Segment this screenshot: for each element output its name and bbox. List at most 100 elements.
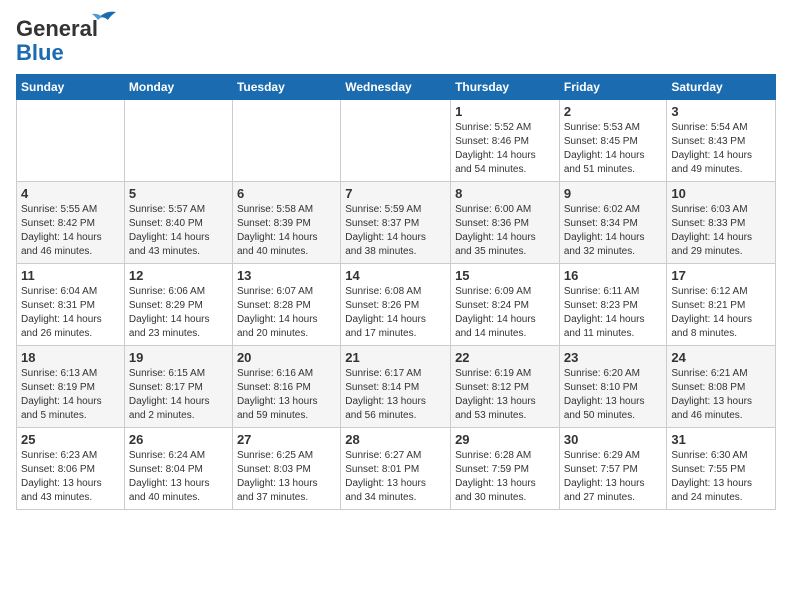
day-number: 8: [455, 186, 555, 201]
calendar-header: SundayMondayTuesdayWednesdayThursdayFrid…: [17, 75, 776, 100]
calendar-week-row: 18 Sunrise: 6:13 AM Sunset: 8:19 PM Dayli…: [17, 346, 776, 428]
day-number: 12: [129, 268, 228, 283]
day-info: Sunrise: 5:54 AM Sunset: 8:43 PM Dayligh…: [671, 121, 771, 177]
logo-bird-icon: [88, 8, 116, 26]
day-info: Sunrise: 6:23 AM Sunset: 8:06 PM Dayligh…: [21, 449, 120, 505]
calendar-cell: 24 Sunrise: 6:21 AM Sunset: 8:08 PM Dayli…: [667, 346, 776, 428]
day-info: Sunrise: 6:11 AM Sunset: 8:23 PM Dayligh…: [564, 285, 663, 341]
calendar-cell: 28 Sunrise: 6:27 AM Sunset: 8:01 PM Dayli…: [341, 428, 451, 510]
day-info: Sunrise: 5:58 AM Sunset: 8:39 PM Dayligh…: [237, 203, 336, 259]
day-number: 5: [129, 186, 228, 201]
calendar-cell: 20 Sunrise: 6:16 AM Sunset: 8:16 PM Dayli…: [232, 346, 340, 428]
day-info: Sunrise: 6:27 AM Sunset: 8:01 PM Dayligh…: [345, 449, 446, 505]
calendar-cell: 27 Sunrise: 6:25 AM Sunset: 8:03 PM Dayli…: [232, 428, 340, 510]
day-info: Sunrise: 6:30 AM Sunset: 7:55 PM Dayligh…: [671, 449, 771, 505]
day-number: 2: [564, 104, 663, 119]
day-info: Sunrise: 6:03 AM Sunset: 8:33 PM Dayligh…: [671, 203, 771, 259]
day-number: 24: [671, 350, 771, 365]
day-number: 27: [237, 432, 336, 447]
day-number: 9: [564, 186, 663, 201]
day-number: 23: [564, 350, 663, 365]
day-info: Sunrise: 5:53 AM Sunset: 8:45 PM Dayligh…: [564, 121, 663, 177]
day-number: 18: [21, 350, 120, 365]
calendar-cell: 26 Sunrise: 6:24 AM Sunset: 8:04 PM Dayli…: [124, 428, 232, 510]
calendar-cell: 30 Sunrise: 6:29 AM Sunset: 7:57 PM Dayli…: [559, 428, 667, 510]
day-number: 1: [455, 104, 555, 119]
day-number: 16: [564, 268, 663, 283]
calendar-week-row: 4Sunrise: 5:55 AM Sunset: 8:42 PM Daylig…: [17, 182, 776, 264]
day-of-week-header: Tuesday: [232, 75, 340, 100]
day-number: 6: [237, 186, 336, 201]
calendar-cell: 4Sunrise: 5:55 AM Sunset: 8:42 PM Daylig…: [17, 182, 125, 264]
day-info: Sunrise: 6:00 AM Sunset: 8:36 PM Dayligh…: [455, 203, 555, 259]
day-number: 7: [345, 186, 446, 201]
day-info: Sunrise: 5:59 AM Sunset: 8:37 PM Dayligh…: [345, 203, 446, 259]
day-number: 29: [455, 432, 555, 447]
day-info: Sunrise: 6:24 AM Sunset: 8:04 PM Dayligh…: [129, 449, 228, 505]
calendar-week-row: 1 Sunrise: 5:52 AM Sunset: 8:46 PM Daylig…: [17, 100, 776, 182]
day-number: 14: [345, 268, 446, 283]
day-info: Sunrise: 6:08 AM Sunset: 8:26 PM Dayligh…: [345, 285, 446, 341]
day-info: Sunrise: 6:16 AM Sunset: 8:16 PM Dayligh…: [237, 367, 336, 423]
day-number: 13: [237, 268, 336, 283]
day-info: Sunrise: 6:02 AM Sunset: 8:34 PM Dayligh…: [564, 203, 663, 259]
calendar-cell: 7 Sunrise: 5:59 AM Sunset: 8:37 PM Daylig…: [341, 182, 451, 264]
day-of-week-header: Friday: [559, 75, 667, 100]
calendar-week-row: 11 Sunrise: 6:04 AM Sunset: 8:31 PM Dayli…: [17, 264, 776, 346]
day-info: Sunrise: 6:04 AM Sunset: 8:31 PM Dayligh…: [21, 285, 120, 341]
day-of-week-header: Wednesday: [341, 75, 451, 100]
calendar-cell: 29 Sunrise: 6:28 AM Sunset: 7:59 PM Dayli…: [451, 428, 560, 510]
day-number: 28: [345, 432, 446, 447]
day-number: 11: [21, 268, 120, 283]
day-info: Sunrise: 6:20 AM Sunset: 8:10 PM Dayligh…: [564, 367, 663, 423]
logo: General Blue: [16, 16, 98, 66]
day-info: Sunrise: 5:57 AM Sunset: 8:40 PM Dayligh…: [129, 203, 228, 259]
calendar-cell: 14 Sunrise: 6:08 AM Sunset: 8:26 PM Dayli…: [341, 264, 451, 346]
calendar-cell: 1 Sunrise: 5:52 AM Sunset: 8:46 PM Daylig…: [451, 100, 560, 182]
day-number: 20: [237, 350, 336, 365]
day-number: 25: [21, 432, 120, 447]
day-number: 30: [564, 432, 663, 447]
day-number: 10: [671, 186, 771, 201]
day-number: 15: [455, 268, 555, 283]
calendar-cell: 9 Sunrise: 6:02 AM Sunset: 8:34 PM Daylig…: [559, 182, 667, 264]
day-info: Sunrise: 6:12 AM Sunset: 8:21 PM Dayligh…: [671, 285, 771, 341]
calendar-week-row: 25 Sunrise: 6:23 AM Sunset: 8:06 PM Dayli…: [17, 428, 776, 510]
calendar-cell: 6 Sunrise: 5:58 AM Sunset: 8:39 PM Daylig…: [232, 182, 340, 264]
calendar-cell: 19 Sunrise: 6:15 AM Sunset: 8:17 PM Dayli…: [124, 346, 232, 428]
day-number: 26: [129, 432, 228, 447]
logo-general: General: [16, 16, 98, 41]
day-of-week-header: Saturday: [667, 75, 776, 100]
calendar-cell: 10 Sunrise: 6:03 AM Sunset: 8:33 PM Dayli…: [667, 182, 776, 264]
day-number: 3: [671, 104, 771, 119]
calendar-cell: [232, 100, 340, 182]
calendar-cell: 23 Sunrise: 6:20 AM Sunset: 8:10 PM Dayli…: [559, 346, 667, 428]
day-info: Sunrise: 6:21 AM Sunset: 8:08 PM Dayligh…: [671, 367, 771, 423]
day-info: Sunrise: 6:13 AM Sunset: 8:19 PM Dayligh…: [21, 367, 120, 423]
calendar-cell: 8 Sunrise: 6:00 AM Sunset: 8:36 PM Daylig…: [451, 182, 560, 264]
day-info: Sunrise: 6:29 AM Sunset: 7:57 PM Dayligh…: [564, 449, 663, 505]
day-info: Sunrise: 6:06 AM Sunset: 8:29 PM Dayligh…: [129, 285, 228, 341]
day-number: 19: [129, 350, 228, 365]
calendar-cell: 22Sunrise: 6:19 AM Sunset: 8:12 PM Dayli…: [451, 346, 560, 428]
calendar-cell: 15 Sunrise: 6:09 AM Sunset: 8:24 PM Dayli…: [451, 264, 560, 346]
day-info: Sunrise: 6:25 AM Sunset: 8:03 PM Dayligh…: [237, 449, 336, 505]
calendar-cell: 2 Sunrise: 5:53 AM Sunset: 8:45 PM Daylig…: [559, 100, 667, 182]
day-of-week-header: Thursday: [451, 75, 560, 100]
calendar-cell: 3 Sunrise: 5:54 AM Sunset: 8:43 PM Daylig…: [667, 100, 776, 182]
logo-blue: Blue: [16, 40, 64, 66]
day-info: Sunrise: 5:52 AM Sunset: 8:46 PM Dayligh…: [455, 121, 555, 177]
calendar-cell: 17Sunrise: 6:12 AM Sunset: 8:21 PM Dayli…: [667, 264, 776, 346]
day-info: Sunrise: 6:15 AM Sunset: 8:17 PM Dayligh…: [129, 367, 228, 423]
day-info: Sunrise: 6:28 AM Sunset: 7:59 PM Dayligh…: [455, 449, 555, 505]
calendar-cell: 16 Sunrise: 6:11 AM Sunset: 8:23 PM Dayli…: [559, 264, 667, 346]
calendar-cell: 18 Sunrise: 6:13 AM Sunset: 8:19 PM Dayli…: [17, 346, 125, 428]
calendar-cell: 31Sunrise: 6:30 AM Sunset: 7:55 PM Dayli…: [667, 428, 776, 510]
day-info: Sunrise: 6:09 AM Sunset: 8:24 PM Dayligh…: [455, 285, 555, 341]
day-info: Sunrise: 6:07 AM Sunset: 8:28 PM Dayligh…: [237, 285, 336, 341]
day-info: Sunrise: 6:17 AM Sunset: 8:14 PM Dayligh…: [345, 367, 446, 423]
day-number: 4: [21, 186, 120, 201]
calendar-cell: 13 Sunrise: 6:07 AM Sunset: 8:28 PM Dayli…: [232, 264, 340, 346]
page-header: General Blue: [16, 16, 776, 66]
day-info: Sunrise: 6:19 AM Sunset: 8:12 PM Dayligh…: [455, 367, 555, 423]
